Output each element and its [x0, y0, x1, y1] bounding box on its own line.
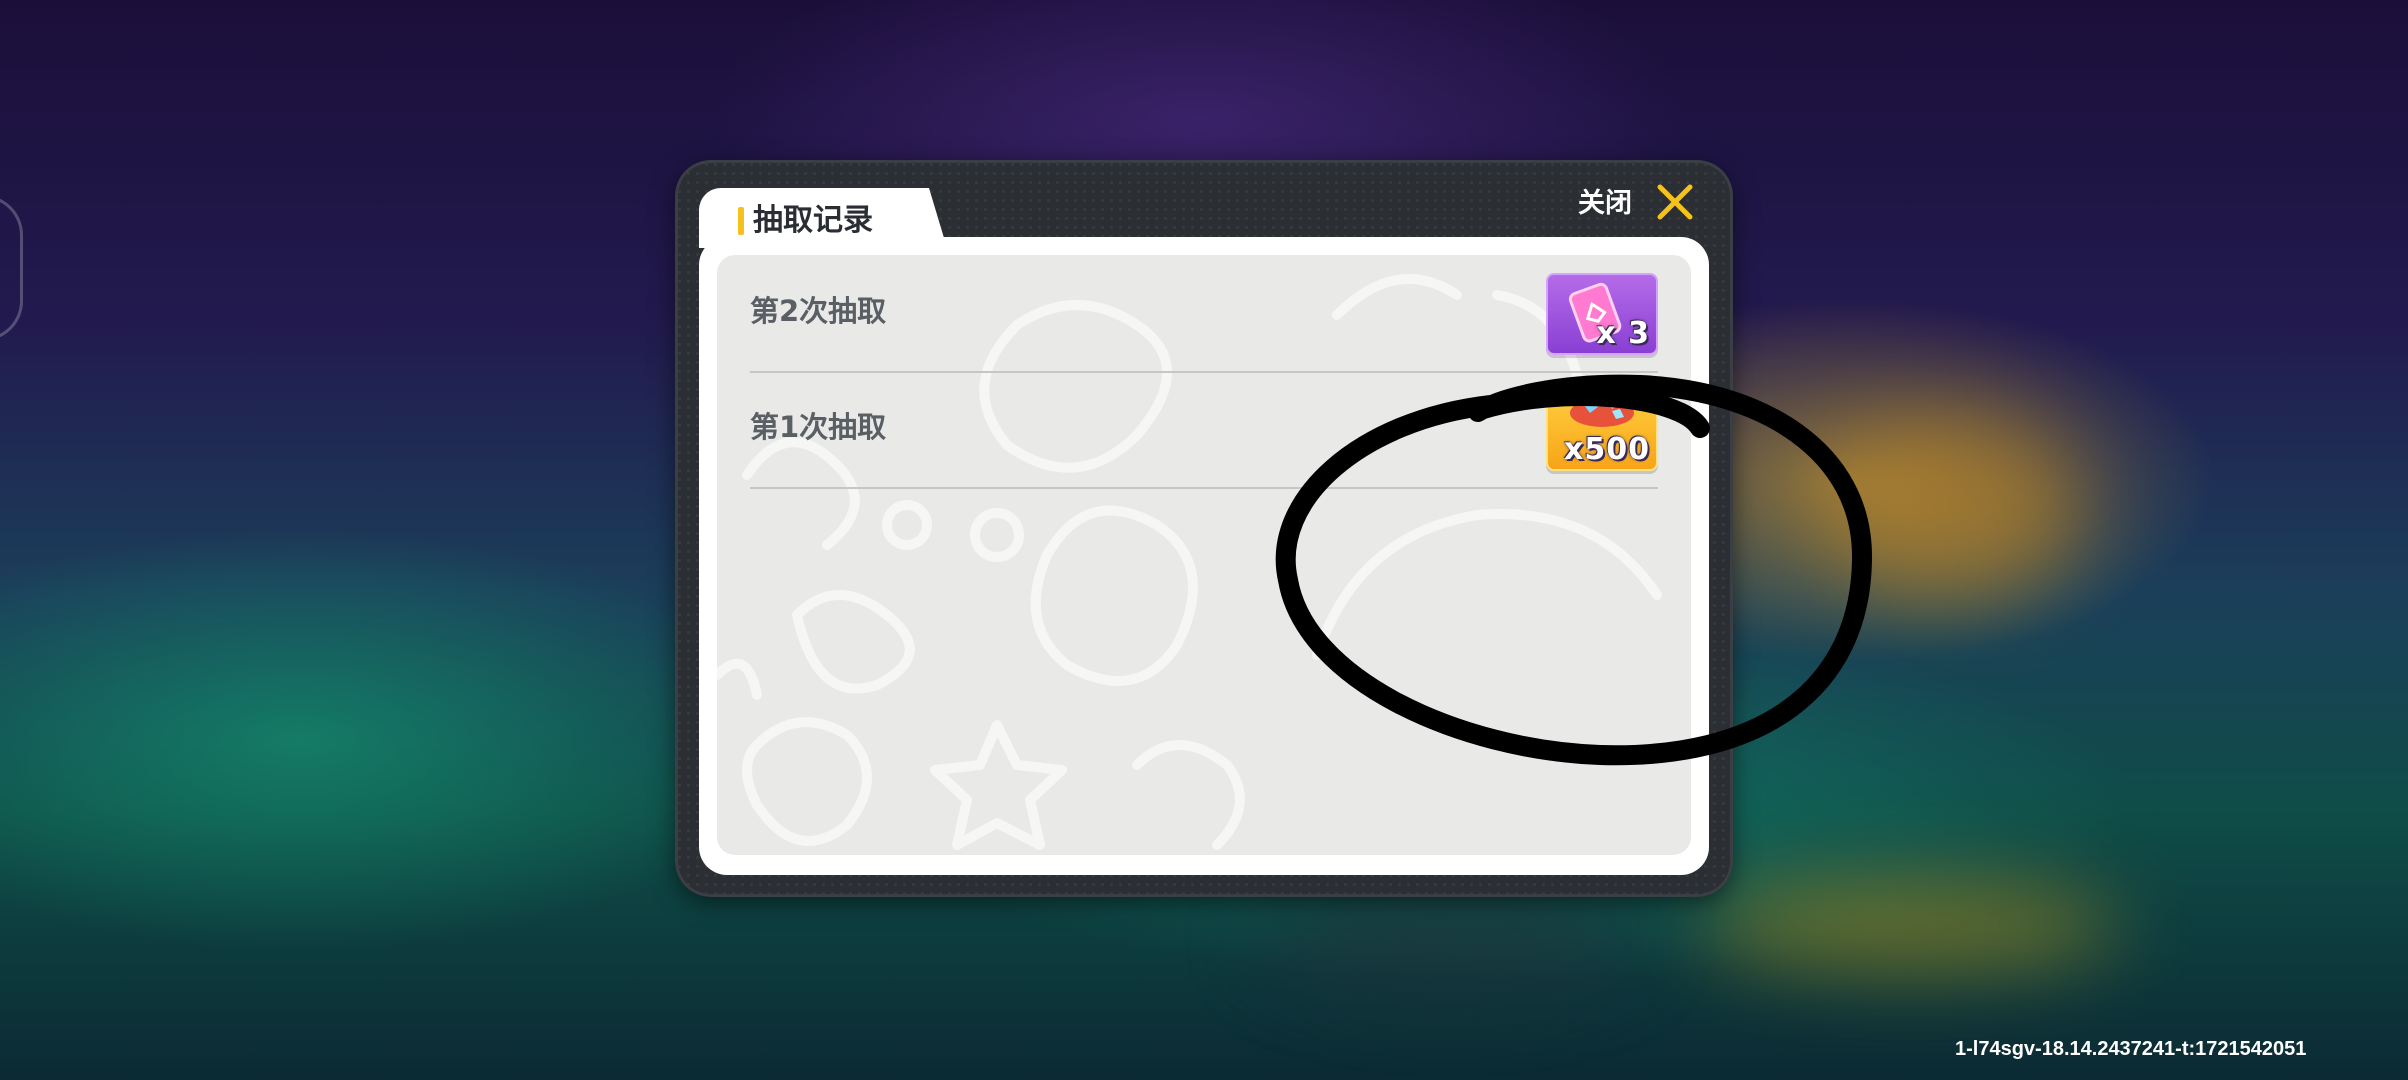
record-list[interactable]: 第2次抽取 x 3 第1次抽取 x500: [717, 255, 1691, 855]
background-glow: [1700, 880, 2120, 970]
close-label[interactable]: 关闭: [1578, 182, 1632, 226]
background-hex-outline: [0, 195, 23, 341]
reward-quantity: x500: [1564, 432, 1650, 467]
title-accent-bar: [738, 207, 744, 235]
dialog-title: 抽取记录: [753, 203, 873, 238]
record-row: 第1次抽取 x500: [750, 371, 1658, 489]
build-id-text: 1-l74sgv-18.14.2437241-t:1721542051: [1955, 1038, 2307, 1060]
reward-item[interactable]: x 3: [1546, 273, 1658, 355]
gems-icon: [1570, 397, 1634, 427]
close-icon[interactable]: [1655, 182, 1695, 222]
background-glow: [1820, 420, 2080, 600]
draw-record-dialog: 抽取记录 关闭 第2次抽取 x 3 第1次抽取 x500: [675, 160, 1733, 897]
record-label: 第1次抽取: [750, 410, 887, 444]
reward-item[interactable]: x500: [1546, 389, 1658, 471]
record-label: 第2次抽取: [750, 294, 887, 328]
reward-quantity: x 3: [1596, 316, 1650, 351]
record-row: 第2次抽取 x 3: [750, 255, 1658, 373]
